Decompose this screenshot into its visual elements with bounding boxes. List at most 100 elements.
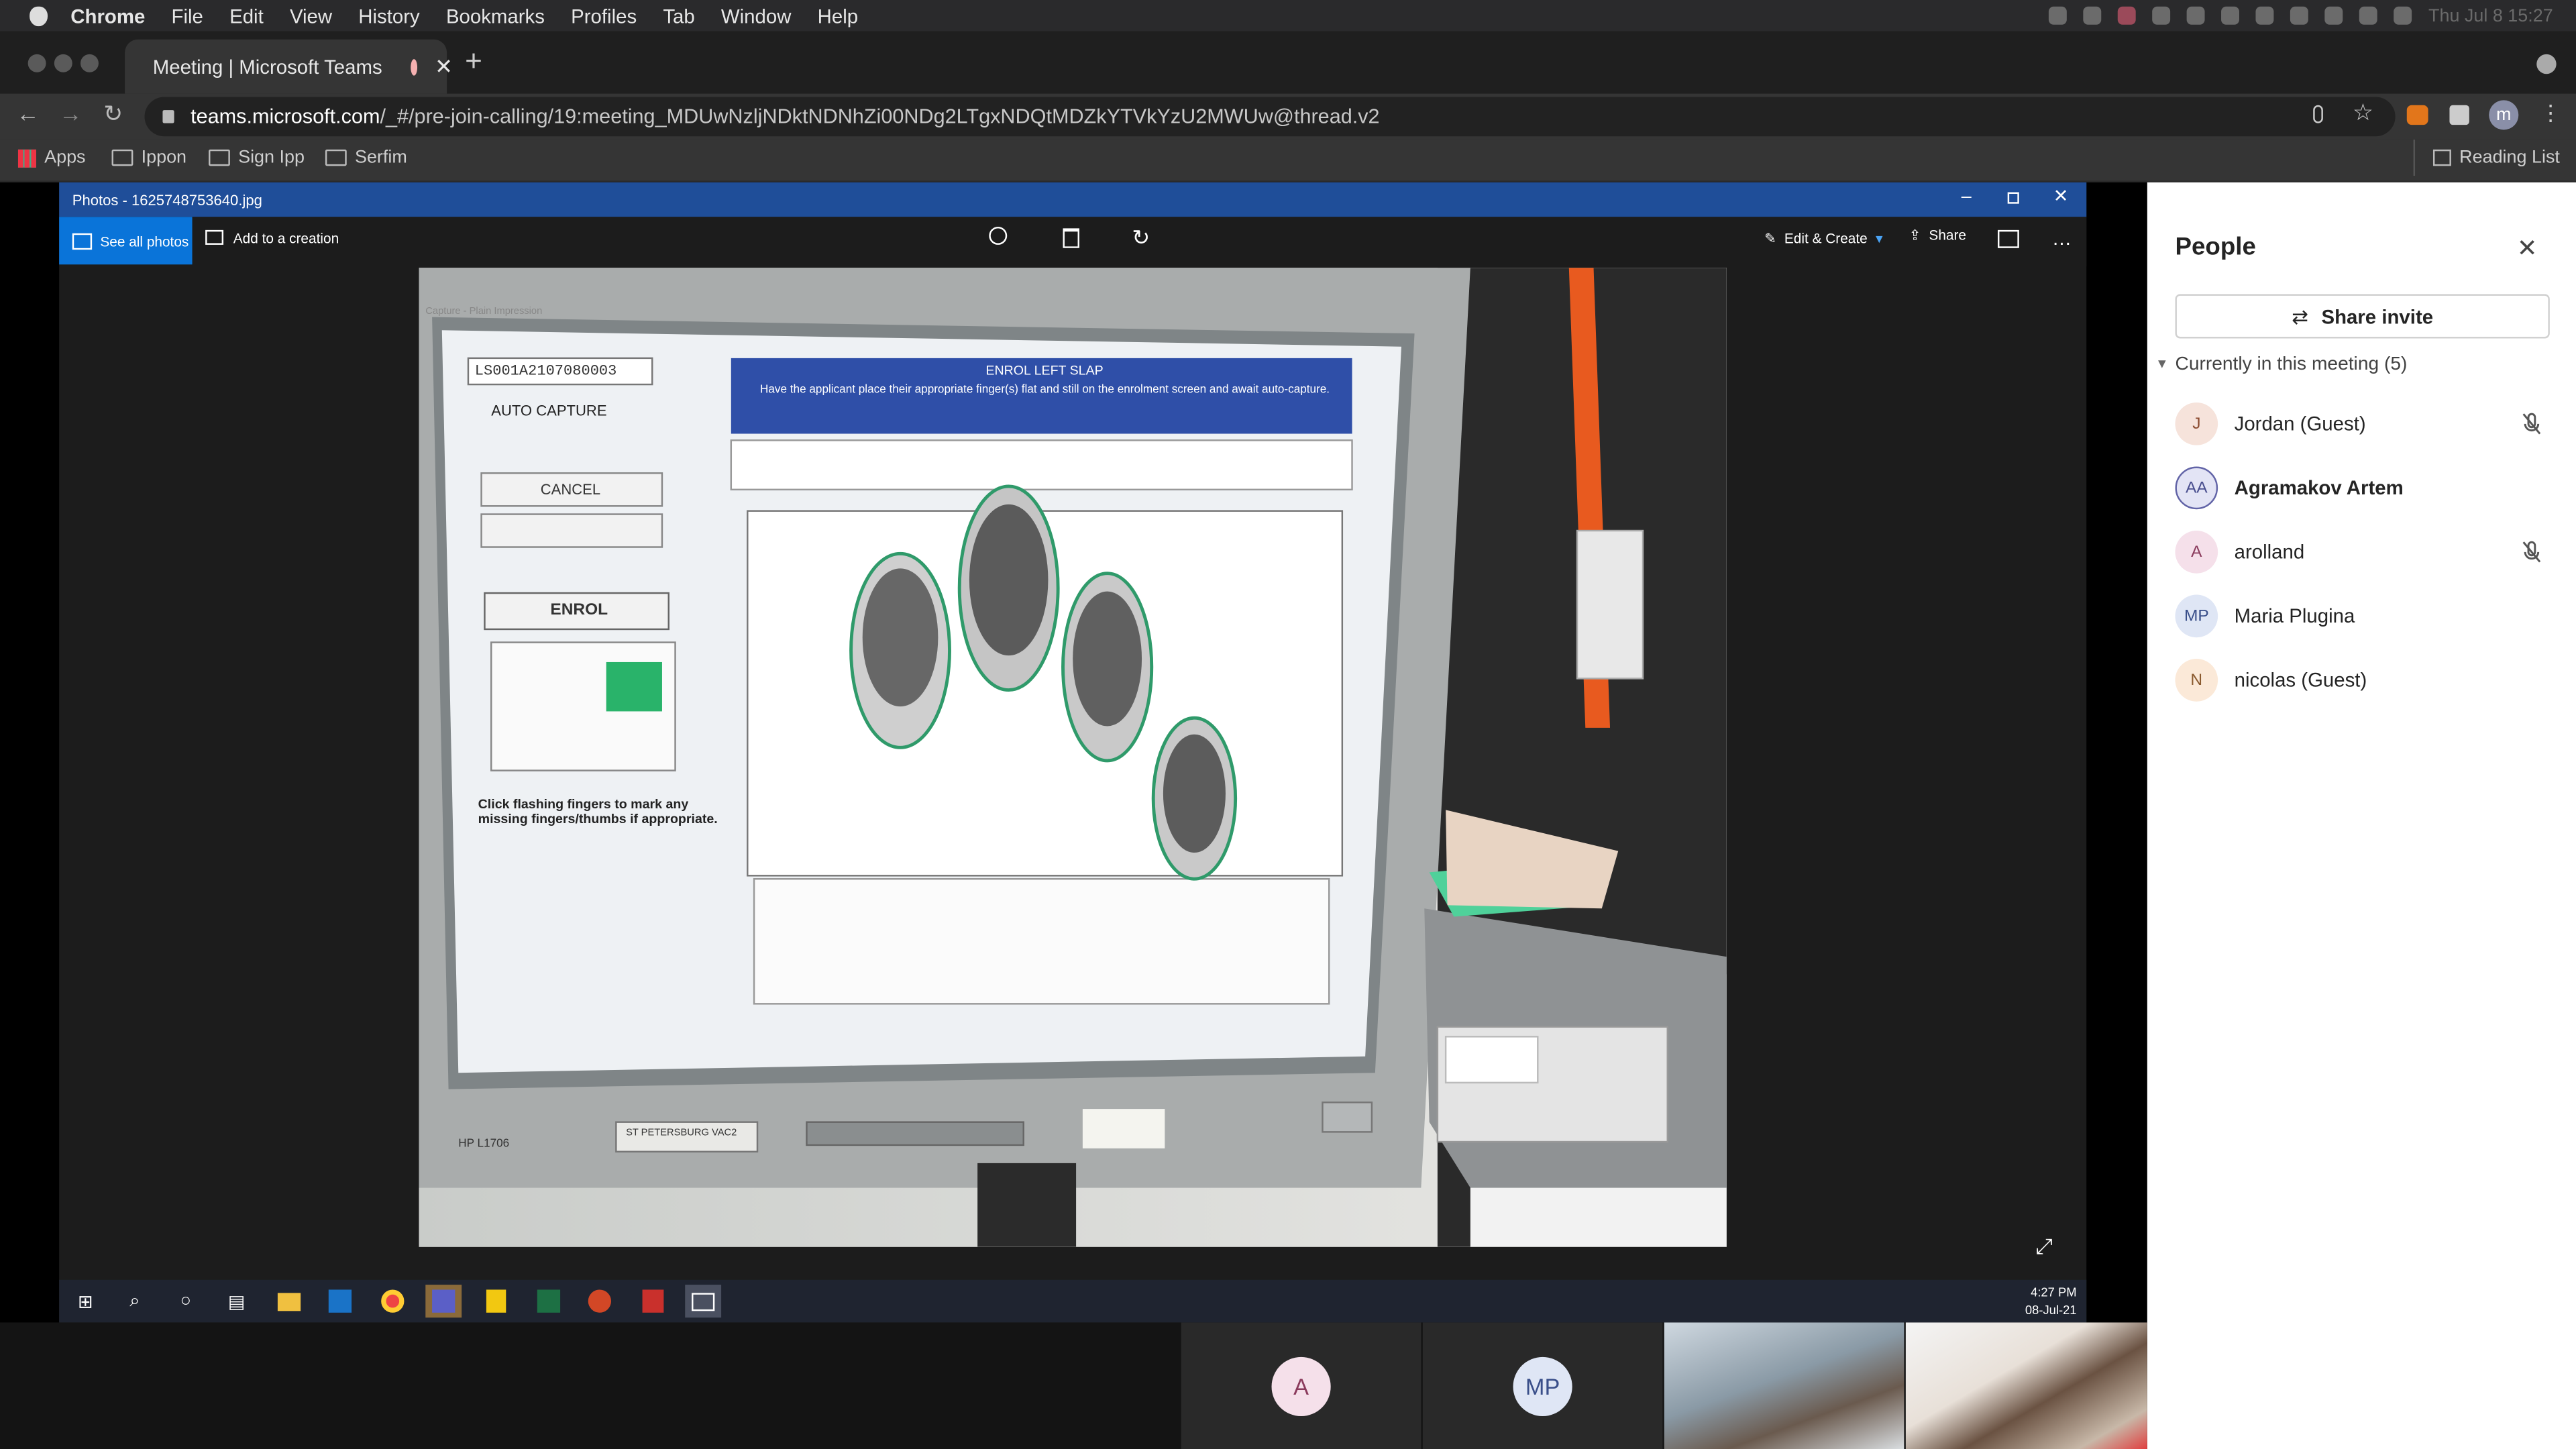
extension-fox-icon[interactable] [2406, 105, 2428, 125]
print-icon[interactable] [1997, 229, 2019, 248]
extensions-puzzle-icon[interactable] [2449, 105, 2469, 125]
participant-name: Agramakov Artem [2234, 476, 2404, 500]
excel-icon[interactable] [531, 1285, 567, 1318]
minimize-window-button[interactable] [54, 54, 72, 72]
new-tab-button[interactable]: + [465, 44, 482, 78]
banner-instructions: Have the applicant place their appropria… [760, 384, 1330, 396]
bookmark-ippon[interactable]: Ippon [111, 148, 186, 168]
photos-taskbar-icon[interactable] [685, 1285, 722, 1318]
tab-search-icon[interactable] [2536, 54, 2557, 74]
menu-edit[interactable]: Edit [229, 4, 264, 27]
participant-tile-mp[interactable]: MP [1422, 1322, 1663, 1449]
bookmark-star-icon[interactable]: ☆ [2353, 99, 2373, 127]
menu-view[interactable]: View [290, 4, 332, 27]
url-host: teams.microsoft.com [191, 105, 380, 129]
bookmark-apps[interactable]: Apps [17, 148, 86, 168]
chrome-menu-icon[interactable]: ⋮ [2540, 100, 2561, 126]
bookmark-apps-label: Apps [44, 148, 86, 168]
add-to-creation-button[interactable]: Add to a creation [205, 229, 339, 246]
menu-extra-icon[interactable] [2083, 6, 2102, 25]
control-center-icon[interactable] [2359, 6, 2378, 25]
microphone-icon[interactable] [2313, 105, 2323, 123]
outlook-icon[interactable] [322, 1285, 358, 1318]
menubar-clock[interactable]: Thu Jul 8 15:27 [2428, 6, 2553, 25]
volume-icon[interactable] [2255, 6, 2274, 25]
close-tab-icon[interactable]: ✕ [435, 54, 453, 80]
close-icon[interactable]: ✕ [2053, 186, 2069, 207]
see-all-photos-button[interactable]: See all photos [59, 217, 193, 265]
play-icon[interactable] [2187, 6, 2205, 25]
more-options-icon[interactable]: … [2052, 227, 2072, 250]
tab-teams-meeting[interactable]: Meeting | Microsoft Teams ✕ [125, 39, 453, 94]
share-invite-button[interactable]: ⇄ Share invite [2175, 294, 2550, 339]
photos-window-title: Photos - 1625748753640.jpg [72, 191, 262, 208]
file-explorer-icon[interactable] [271, 1285, 307, 1318]
video-feed-participant-2[interactable] [1905, 1322, 2147, 1449]
reading-list-icon [2432, 149, 2451, 166]
video-feed-participant-1[interactable] [1664, 1322, 1904, 1449]
rotate-icon[interactable]: ↻ [1132, 225, 1150, 252]
powerpoint-icon[interactable] [582, 1285, 618, 1318]
bookmark-serfim[interactable]: Serfim [325, 148, 407, 168]
forward-button[interactable]: → [59, 100, 82, 126]
zoom-icon[interactable] [989, 226, 1008, 245]
participant-row[interactable]: Aarolland [2175, 529, 2553, 576]
search-icon[interactable]: ⌕ [117, 1285, 153, 1318]
participant-name: Jordan (Guest) [2234, 412, 2366, 435]
menu-tab[interactable]: Tab [663, 4, 694, 27]
participant-row[interactable]: J Jordan (Guest) [2175, 401, 2553, 447]
close-window-button[interactable] [28, 54, 46, 72]
reload-button[interactable]: ↻ [103, 100, 123, 128]
avatar: MP [2175, 594, 2218, 638]
grid-icon[interactable] [2152, 6, 2171, 25]
fullscreen-icon[interactable]: ⤢ [2035, 1234, 2052, 1260]
menu-profiles[interactable]: Profiles [571, 4, 637, 27]
photos-app-window: Photos - 1625748753640.jpg – ✕ See all p… [59, 182, 2087, 1323]
menu-history[interactable]: History [358, 4, 419, 27]
reading-list[interactable]: Reading List [2432, 148, 2560, 168]
participant-row[interactable]: AA Agramakov Artem [2175, 465, 2553, 511]
participant-row[interactable]: Nnicolas (Guest) [2175, 657, 2553, 704]
share-button[interactable]: ⇪ Share [1909, 227, 1966, 245]
mac-menubar: Chrome File Edit View History Bookmarks … [0, 0, 2576, 32]
start-icon[interactable]: ⊞ [67, 1285, 103, 1318]
address-bar[interactable]: teams.microsoft.com /_#/pre-join-calling… [144, 97, 2396, 137]
taskbar-date[interactable]: 08-Jul-21 [2025, 1303, 2077, 1318]
video-strip: A MP [0, 1322, 2147, 1449]
input-source-icon[interactable] [2221, 6, 2240, 25]
edit-create-label: Edit & Create [1784, 229, 1868, 247]
apple-icon[interactable] [30, 5, 48, 25]
bookmark-sign-ipp[interactable]: Sign Ipp [209, 148, 305, 168]
profile-avatar[interactable]: m [2489, 100, 2519, 130]
edit-create-button[interactable]: ✎ Edit & Create ▾ [1764, 230, 1882, 248]
back-button[interactable]: ← [16, 100, 39, 126]
menu-file[interactable]: File [172, 4, 203, 27]
chrome-icon[interactable] [374, 1285, 411, 1318]
cortana-icon[interactable]: ○ [168, 1285, 204, 1318]
menu-app-name[interactable]: Chrome [70, 4, 145, 27]
meeting-section-header[interactable]: ▼ Currently in this meeting (5) [2155, 355, 2407, 374]
wifi-icon[interactable] [2290, 6, 2309, 25]
zoom-window-button[interactable] [80, 54, 99, 72]
menu-window[interactable]: Window [721, 4, 792, 27]
taskbar-time[interactable]: 4:27 PM [2031, 1285, 2076, 1299]
teams-icon[interactable] [425, 1285, 462, 1318]
delete-icon[interactable] [1063, 228, 1079, 248]
spotlight-icon[interactable] [2324, 6, 2343, 25]
close-panel-icon[interactable]: ✕ [2517, 233, 2538, 263]
menu-bookmarks[interactable]: Bookmarks [446, 4, 545, 27]
tab-strip: Meeting | Microsoft Teams ✕ + [0, 31, 2576, 94]
task-view-icon[interactable]: ▤ [219, 1285, 255, 1318]
capture-window-caption: Capture - Plain Impression [425, 307, 543, 317]
restore-icon[interactable] [2007, 192, 2019, 204]
photos-toolbar: See all photos Add to a creation ↻ ✎ Edit… [59, 217, 2087, 266]
participant-row[interactable]: MP Maria Plugina [2175, 593, 2553, 639]
acrobat-icon[interactable] [634, 1285, 670, 1318]
siri-icon[interactable] [2394, 6, 2412, 25]
minimize-icon[interactable]: – [1962, 187, 1972, 207]
menu-help[interactable]: Help [818, 4, 858, 27]
participant-tile-a[interactable]: A [1181, 1322, 1421, 1449]
power-bi-icon[interactable] [478, 1285, 515, 1318]
record-icon[interactable] [2049, 6, 2068, 25]
teams-status-icon[interactable] [2118, 6, 2137, 25]
